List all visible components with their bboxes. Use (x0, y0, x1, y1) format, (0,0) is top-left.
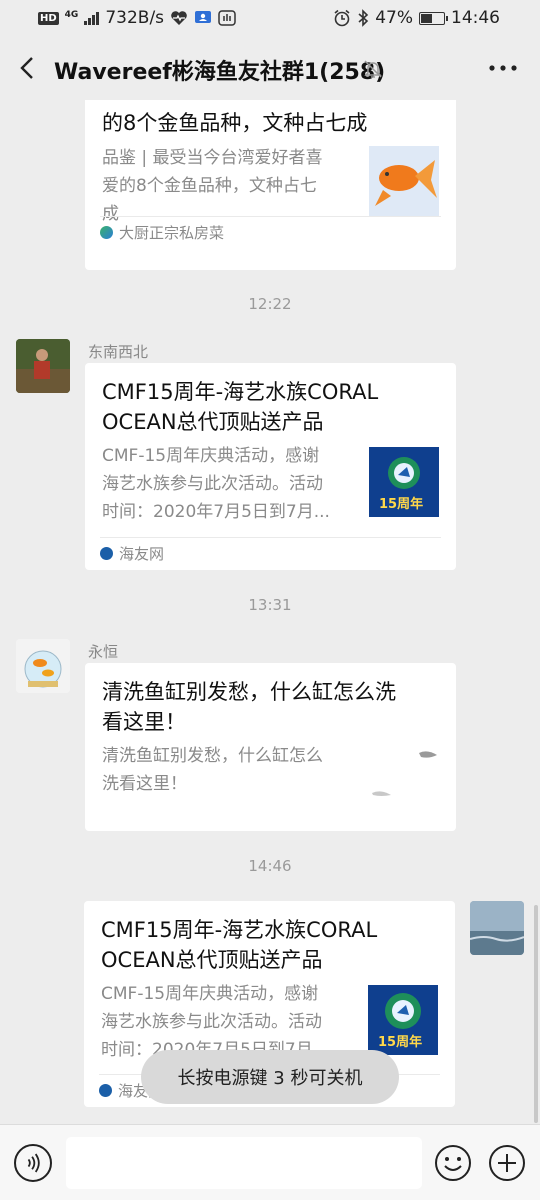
emoji-icon[interactable] (434, 1144, 472, 1182)
article-title-line: 看这里！ (102, 710, 186, 734)
battery-icon (419, 11, 448, 25)
plus-icon[interactable] (488, 1144, 526, 1182)
article-desc-line: CMF-15周年庆典活动，感谢 (102, 446, 320, 466)
input-bar (0, 1124, 540, 1200)
article-title: 清洗鱼缸别发愁，什么缸怎么洗 看这里！ (102, 677, 416, 737)
article-thumbnail (369, 146, 439, 216)
article-card[interactable]: 的8个金鱼品种，文种占七成 品鉴 | 最受当今台湾爱好者喜 爱的8个金鱼品种，文… (85, 100, 456, 270)
article-title-line: CMF15周年-海艺水族CORAL (102, 380, 379, 404)
thumb-caption: 15周年 (378, 1035, 423, 1050)
source-name: 海友网 (119, 545, 165, 563)
article-desc: CMF-15周年庆典活动，感谢 海艺水族参与此次活动。活动 时间：2020年7月… (102, 442, 354, 526)
clock: 14:46 (451, 8, 500, 28)
network-speed: 732B/s (105, 8, 165, 28)
article-title: 的8个金鱼品种，文种占七成 (102, 111, 368, 135)
article-thumbnail: 15周年 (369, 447, 439, 517)
article-title: CMF15周年-海艺水族CORAL OCEAN总代顶贴送产品 (101, 915, 415, 975)
article-title-line: 清洗鱼缸别发愁，什么缸怎么洗 (102, 680, 396, 704)
screen-share-icon (195, 11, 212, 23)
source-logo-icon (100, 226, 113, 239)
signal-icon (84, 11, 100, 25)
source-logo-icon (100, 547, 113, 560)
article-desc-line: 海艺水族参与此次活动。活动 (101, 1012, 322, 1032)
timestamp: 13:31 (248, 596, 292, 614)
chat-header: Wavereef彬海鱼友社群1(258) (0, 36, 540, 100)
avatar[interactable] (470, 901, 524, 955)
bluetooth-icon (358, 9, 369, 27)
article-title: CMF15周年-海艺水族CORAL OCEAN总代顶贴送产品 (102, 377, 416, 437)
avatar-image (16, 639, 70, 693)
timestamp: 12:22 (248, 295, 292, 313)
article-desc-line: CMF-15周年庆典活动，感谢 (101, 984, 319, 1004)
article-thumbnail (369, 743, 439, 813)
hand-icon (218, 10, 236, 26)
article-thumbnail: 15周年 (368, 985, 438, 1055)
sender-name: 东南西北 (88, 343, 149, 361)
toast-message: 长按电源键 3 秒可关机 (141, 1050, 399, 1104)
article-source: 海友网 (100, 537, 441, 569)
article-source: 大厨正宗私房菜 (100, 216, 441, 248)
article-desc-line: 洗看这里！ (102, 774, 187, 794)
bell-off-icon (364, 60, 382, 78)
fish-image (369, 743, 439, 813)
heart-pulse-icon (171, 11, 187, 25)
article-desc-line: 海艺水族参与此次活动。活动 (102, 474, 323, 494)
source-name: 大厨正宗私房菜 (119, 224, 225, 242)
article-title-line: OCEAN总代顶贴送产品 (102, 410, 324, 434)
timestamp: 14:46 (248, 857, 292, 875)
alarm-icon (334, 9, 350, 27)
status-left: HD 4G 732B/s (38, 8, 236, 28)
avatar-image (470, 901, 524, 955)
article-title-line: CMF15周年-海艺水族CORAL (101, 918, 378, 942)
article-card[interactable]: CMF15周年-海艺水族CORAL OCEAN总代顶贴送产品 CMF-15周年庆… (85, 363, 456, 570)
status-bar: HD 4G 732B/s 47% 14:46 (0, 0, 540, 36)
article-desc-line: 爱的8个金鱼品种，文种占七 (102, 176, 317, 196)
sender-name: 永恒 (88, 643, 119, 661)
avatar-image (16, 339, 70, 393)
network-type: 4G (64, 10, 79, 20)
message-input[interactable] (66, 1137, 422, 1189)
battery-percent: 47% (375, 8, 413, 28)
source-logo-icon (99, 1084, 112, 1097)
thumb-caption: 15周年 (379, 497, 424, 512)
article-desc-line: 清洗鱼缸别发愁，什么缸怎么 (102, 746, 323, 766)
goldfish-image (369, 146, 439, 216)
scrollbar[interactable] (534, 905, 538, 1123)
back-chevron-icon[interactable] (14, 52, 42, 84)
avatar[interactable] (16, 339, 70, 393)
status-right: 47% 14:46 (333, 8, 500, 28)
article-title-line: OCEAN总代顶贴送产品 (101, 948, 323, 972)
more-options-icon[interactable] (488, 58, 518, 78)
voice-icon[interactable] (14, 1144, 52, 1182)
avatar[interactable] (16, 639, 70, 693)
article-card[interactable]: 清洗鱼缸别发愁，什么缸怎么洗 看这里！ 清洗鱼缸别发愁，什么缸怎么 洗看这里！ (85, 663, 456, 831)
hd-badge: HD (38, 11, 59, 25)
message-list[interactable]: 的8个金鱼品种，文种占七成 品鉴 | 最受当今台湾爱好者喜 爱的8个金鱼品种，文… (0, 100, 540, 1124)
article-desc-line: 品鉴 | 最受当今台湾爱好者喜 (102, 148, 323, 168)
article-desc-line: 时间：2020年7月5日到7月... (102, 502, 330, 522)
chat-title: Wavereef彬海鱼友社群1(258) (54, 60, 386, 85)
article-desc: 清洗鱼缸别发愁，什么缸怎么 洗看这里！ (102, 742, 354, 798)
